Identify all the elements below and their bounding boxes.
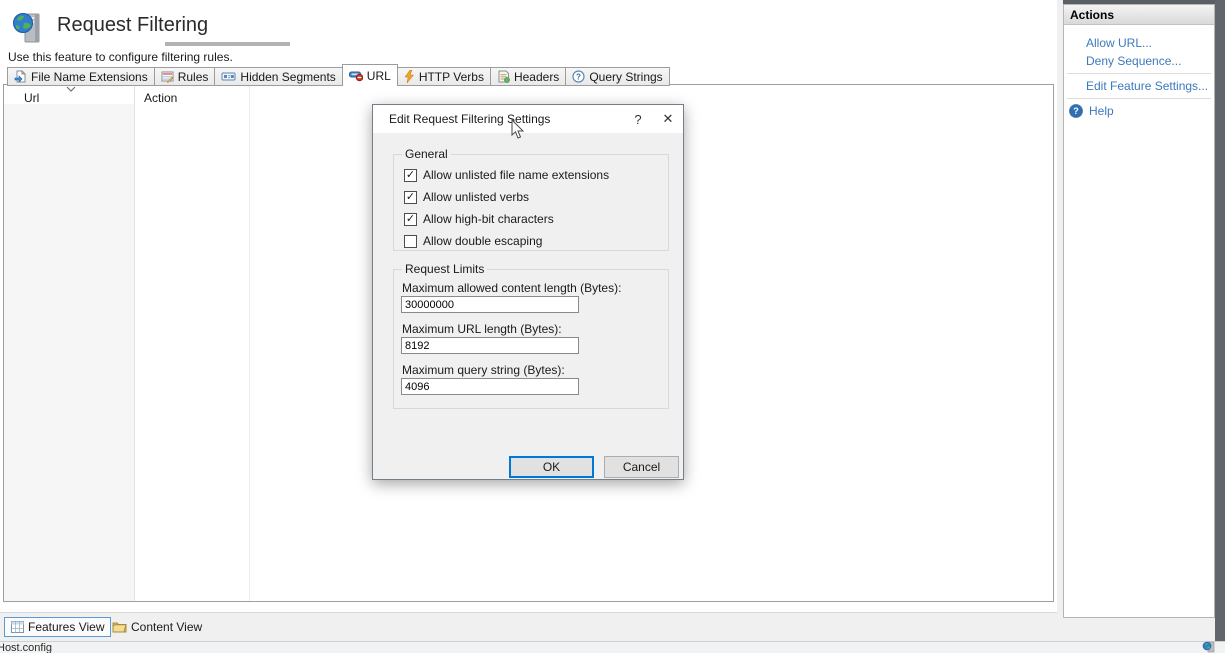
features-view-button[interactable]: Features View	[4, 617, 111, 637]
tab-rules[interactable]: Rules	[154, 67, 216, 86]
checkbox-label: Allow unlisted file name extensions	[423, 168, 609, 182]
features-view-label: Features View	[28, 620, 104, 634]
column-separator[interactable]	[134, 85, 135, 601]
help-icon: ?	[1069, 104, 1083, 118]
dialog-title: Edit Request Filtering Settings	[373, 112, 623, 126]
tab-label: Query Strings	[589, 70, 662, 84]
tab-url[interactable]: URL	[342, 64, 398, 86]
allow-double-escaping-checkbox[interactable]	[404, 235, 417, 248]
actions-separator	[1067, 73, 1211, 74]
features-view-icon	[11, 621, 24, 633]
tab-http-verbs[interactable]: HTTP Verbs	[397, 67, 491, 86]
column-header-action[interactable]: Action	[144, 91, 177, 105]
edit-request-filtering-settings-dialog: Edit Request Filtering Settings ? ✕ Gene…	[372, 104, 684, 480]
tab-label: HTTP Verbs	[419, 70, 484, 84]
request-filtering-icon	[10, 10, 46, 46]
dialog-close-button[interactable]: ✕	[653, 106, 683, 132]
content-view-label: Content View	[131, 620, 202, 634]
cancel-button[interactable]: Cancel	[604, 456, 679, 478]
allow-high-bit-characters-checkbox[interactable]	[404, 213, 417, 226]
general-group: General Allow unlisted file name extensi…	[393, 154, 669, 251]
dialog-titlebar[interactable]: Edit Request Filtering Settings ? ✕	[373, 105, 683, 133]
file-name-extensions-icon	[14, 70, 27, 83]
checkbox-label: Allow high-bit characters	[423, 212, 554, 226]
mouse-cursor	[510, 119, 526, 141]
max-url-length-label: Maximum URL length (Bytes):	[402, 322, 562, 336]
checkbox-row: Allow unlisted file name extensions	[404, 168, 609, 182]
content-view-icon	[112, 621, 127, 633]
max-content-length-label: Maximum allowed content length (Bytes):	[402, 281, 621, 295]
actions-panel-body: Allow URL... Deny Sequence... Edit Featu…	[1064, 25, 1214, 120]
dialog-help-button[interactable]: ?	[623, 106, 653, 132]
tab-query-strings[interactable]: ? Query Strings	[565, 67, 669, 86]
column-header-url[interactable]: Url	[24, 91, 39, 105]
checkbox-row: Allow unlisted verbs	[404, 190, 529, 204]
checkbox-row: Allow double escaping	[404, 234, 542, 248]
rules-icon	[161, 70, 174, 83]
max-content-length-input[interactable]	[401, 296, 579, 313]
configuration-globe-icon	[1202, 641, 1216, 653]
checkbox-label: Allow unlisted verbs	[423, 190, 529, 204]
tab-hidden-segments[interactable]: Hidden Segments	[214, 67, 342, 86]
allow-unlisted-file-name-extensions-checkbox[interactable]	[404, 169, 417, 182]
help-action[interactable]: ? Help	[1064, 102, 1214, 120]
view-switch-bar: Features View Content View	[0, 612, 1057, 641]
allow-unlisted-verbs-checkbox[interactable]	[404, 191, 417, 204]
tab-headers[interactable]: Headers	[490, 67, 566, 86]
url-icon	[349, 69, 363, 82]
checkbox-label: Allow double escaping	[423, 234, 542, 248]
deny-sequence-action[interactable]: Deny Sequence...	[1064, 52, 1214, 70]
tab-label: File Name Extensions	[31, 70, 148, 84]
redacted-text-bar	[165, 42, 290, 46]
request-limits-group: Request Limits Maximum allowed content l…	[393, 269, 669, 409]
headers-icon	[497, 70, 510, 83]
hidden-segments-icon	[221, 70, 236, 83]
allow-url-action[interactable]: Allow URL...	[1064, 34, 1214, 52]
tab-label: URL	[367, 69, 391, 83]
dialog-button-row: OK Cancel	[373, 456, 683, 478]
column-separator[interactable]	[249, 85, 250, 601]
http-verbs-icon	[404, 70, 415, 83]
content-view-button[interactable]: Content View	[108, 617, 206, 637]
max-url-length-input[interactable]	[401, 337, 579, 354]
tab-file-name-extensions[interactable]: File Name Extensions	[7, 67, 155, 86]
query-strings-icon: ?	[572, 70, 585, 83]
edit-feature-settings-action[interactable]: Edit Feature Settings...	[1064, 77, 1214, 95]
max-query-string-label: Maximum query string (Bytes):	[402, 363, 565, 377]
request-limits-group-label: Request Limits	[402, 262, 487, 276]
sort-indicator-icon	[66, 86, 76, 92]
tab-label: Hidden Segments	[240, 70, 335, 84]
ok-button[interactable]: OK	[509, 456, 594, 478]
svg-text:?: ?	[576, 72, 581, 81]
actions-panel-title: Actions	[1064, 5, 1214, 25]
configuration-file-status: Host.config	[0, 642, 52, 653]
filter-tab-strip: File Name Extensions Rules Hidden Segmen…	[8, 65, 670, 86]
checkbox-row: Allow high-bit characters	[404, 212, 554, 226]
page-title: Request Filtering	[57, 14, 208, 37]
right-edge-strip	[1215, 0, 1225, 641]
status-bar: Host.config	[0, 641, 1225, 653]
actions-panel: Actions Allow URL... Deny Sequence... Ed…	[1063, 4, 1215, 618]
general-group-label: General	[402, 147, 451, 161]
svg-text:?: ?	[1073, 106, 1079, 116]
tab-label: Headers	[514, 70, 559, 84]
tab-label: Rules	[178, 70, 209, 84]
page-subtitle: Use this feature to configure filtering …	[8, 50, 233, 64]
actions-separator	[1067, 98, 1211, 99]
help-label: Help	[1089, 104, 1114, 118]
max-query-string-input[interactable]	[401, 378, 579, 395]
url-column-highlight	[4, 104, 134, 601]
